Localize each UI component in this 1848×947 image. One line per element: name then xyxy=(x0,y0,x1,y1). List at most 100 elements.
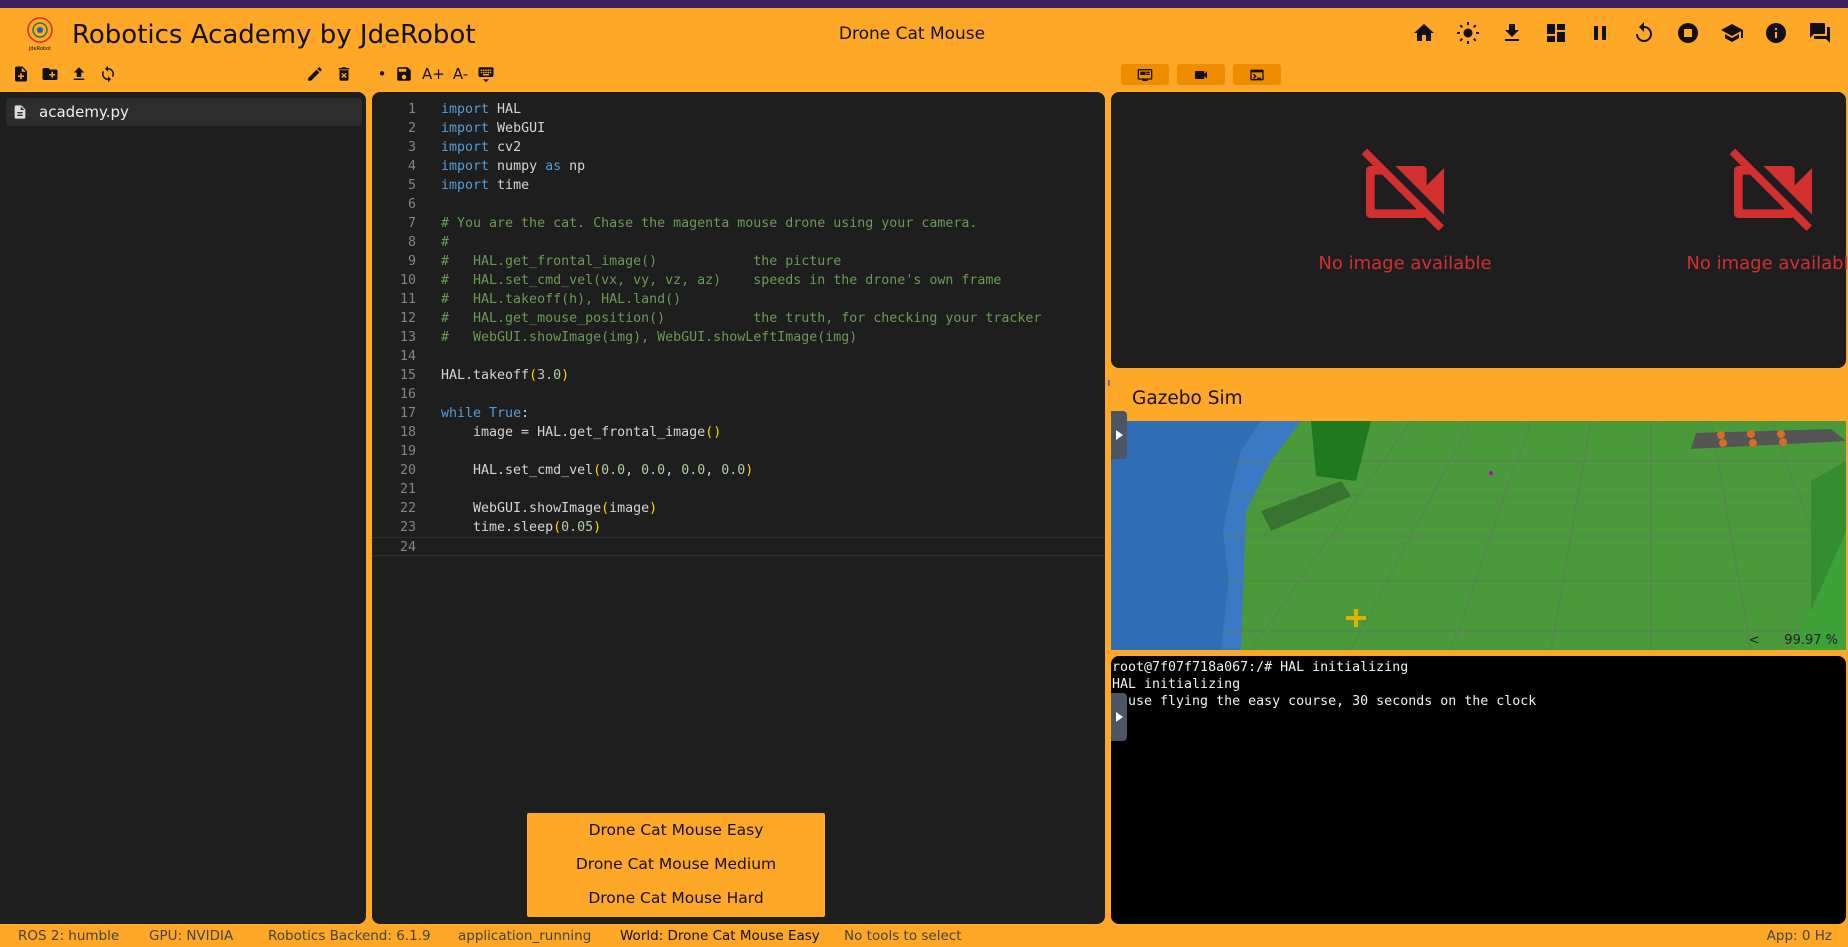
file-toolbar xyxy=(11,64,118,84)
editor-toolbar: • A+ A- xyxy=(378,64,496,84)
new-folder-icon[interactable] xyxy=(40,64,60,84)
status-ros: ROS 2: humble xyxy=(18,928,120,944)
gui-viewer-icon[interactable] xyxy=(1121,64,1169,85)
line-content[interactable]: HAL.set_cmd_vel(0.0, 0.0, 0.0, 0.0) xyxy=(441,461,753,480)
terminal-console[interactable]: root@7f07f718a067:/# HAL initializing HA… xyxy=(1111,656,1846,924)
upload-icon[interactable] xyxy=(69,64,89,84)
gazebo-header: Gazebo Sim xyxy=(1111,374,1846,420)
line-content[interactable]: HAL.takeoff(3.0) xyxy=(441,366,569,385)
unsaved-indicator: • xyxy=(377,65,387,83)
line-content[interactable]: # WebGUI.showImage(img), WebGUI.showLeft… xyxy=(441,328,857,347)
terminal-icon[interactable] xyxy=(1233,64,1281,85)
line-content[interactable]: # HAL.set_cmd_vel(vx, vy, vz, az) speeds… xyxy=(441,271,1001,290)
font-increase-button[interactable]: A+ xyxy=(422,64,445,84)
code-line[interactable]: 4 import numpy as np xyxy=(372,157,1105,176)
line-content[interactable]: time.sleep(0.05) xyxy=(441,518,601,537)
line-content[interactable]: WebGUI.showImage(image) xyxy=(441,499,657,518)
world-option-easy[interactable]: Drone Cat Mouse Easy xyxy=(527,813,825,847)
world-select-menu: Drone Cat Mouse Easy Drone Cat Mouse Med… xyxy=(527,813,825,917)
code-line[interactable]: 1 import HAL xyxy=(372,100,1105,119)
rename-icon[interactable] xyxy=(305,64,325,84)
code-line[interactable]: 13 # WebGUI.showImage(img), WebGUI.showLe… xyxy=(372,328,1105,347)
line-content[interactable]: import cv2 xyxy=(441,138,521,157)
line-content[interactable]: # HAL.get_frontal_image() the picture xyxy=(441,252,841,271)
browser-top-strip xyxy=(0,0,1848,8)
app-header: JdeRobot Robotics Academy by JdeRobot Dr… xyxy=(0,8,1848,58)
status-world[interactable]: World: Drone Cat Mouse Easy xyxy=(620,928,820,944)
line-content[interactable]: import numpy as np xyxy=(441,157,585,176)
console-drawer-handle[interactable] xyxy=(1111,693,1127,741)
code-line[interactable]: 14 xyxy=(372,347,1105,366)
line-number: 14 xyxy=(399,349,416,364)
line-number: 11 xyxy=(399,292,416,307)
code-editor[interactable]: 1 import HAL 2 import WebGUI 3 import cv2 4 imp… xyxy=(372,92,1105,924)
code-line[interactable]: 9 # HAL.get_frontal_image() the picture xyxy=(372,252,1105,271)
pause-icon[interactable] xyxy=(1587,20,1612,45)
editor-splitter[interactable] xyxy=(1108,380,1110,386)
font-decrease-button[interactable]: A- xyxy=(453,64,468,84)
code-line[interactable]: 8 # xyxy=(372,233,1105,252)
save-icon[interactable] xyxy=(394,64,414,84)
new-file-icon[interactable] xyxy=(11,64,31,84)
code-line[interactable]: 6 xyxy=(372,195,1105,214)
code-line[interactable]: 12 # HAL.get_mouse_position() the truth, … xyxy=(372,309,1105,328)
viewer-tabs xyxy=(1121,64,1281,85)
brightness-icon[interactable] xyxy=(1455,20,1480,45)
code-line[interactable]: 17 while True: xyxy=(372,404,1105,423)
dashboard-layout-icon[interactable] xyxy=(1543,20,1568,45)
code-line[interactable]: 3 import cv2 xyxy=(372,138,1105,157)
code-line[interactable]: 24 xyxy=(372,537,1105,556)
line-content[interactable]: # You are the cat. Chase the magenta mou… xyxy=(441,214,977,233)
line-content[interactable]: import time xyxy=(441,176,529,195)
code-line[interactable]: 18 image = HAL.get_frontal_image() xyxy=(372,423,1105,442)
gazebo-drawer-handle[interactable] xyxy=(1111,411,1127,459)
school-icon[interactable] xyxy=(1719,20,1744,45)
reset-icon[interactable] xyxy=(1631,20,1656,45)
code-line[interactable]: 21 xyxy=(372,480,1105,499)
line-content[interactable]: image = HAL.get_frontal_image() xyxy=(441,423,721,442)
code-line[interactable]: 10 # HAL.set_cmd_vel(vx, vy, vz, az) spee… xyxy=(372,271,1105,290)
code-line[interactable]: 20 HAL.set_cmd_vel(0.0, 0.0, 0.0, 0.0) xyxy=(372,461,1105,480)
world-option-hard[interactable]: Drone Cat Mouse Hard xyxy=(527,881,825,915)
home-icon[interactable] xyxy=(1411,20,1436,45)
status-app-rate: App: 0 Hz xyxy=(1766,928,1832,944)
delete-icon[interactable] xyxy=(334,64,354,84)
line-content[interactable]: # HAL.get_mouse_position() the truth, fo… xyxy=(441,309,1041,328)
rtf-toggle[interactable]: < xyxy=(1749,633,1760,648)
chat-icon[interactable] xyxy=(1807,20,1832,45)
refresh-icon[interactable] xyxy=(98,64,118,84)
line-number: 7 xyxy=(407,216,416,231)
code-line[interactable]: 11 # HAL.takeoff(h), HAL.land() xyxy=(372,290,1105,309)
line-number: 19 xyxy=(399,444,416,459)
code-lines[interactable]: 1 import HAL 2 import WebGUI 3 import cv2 4 imp… xyxy=(372,100,1105,556)
line-number: 13 xyxy=(399,330,416,345)
line-number: 18 xyxy=(399,425,416,440)
line-number: 23 xyxy=(399,520,416,535)
world-option-medium[interactable]: Drone Cat Mouse Medium xyxy=(527,847,825,881)
line-content[interactable]: while True: xyxy=(441,404,529,423)
stop-icon[interactable] xyxy=(1675,20,1700,45)
code-line[interactable]: 22 WebGUI.showImage(image) xyxy=(372,499,1105,518)
code-line[interactable]: 5 import time xyxy=(372,176,1105,195)
line-content[interactable]: import WebGUI xyxy=(441,119,545,138)
code-line[interactable]: 15 HAL.takeoff(3.0) xyxy=(372,366,1105,385)
code-line[interactable]: 7 # You are the cat. Chase the magenta mo… xyxy=(372,214,1105,233)
file-item[interactable]: academy.py xyxy=(6,98,362,126)
info-icon[interactable] xyxy=(1763,20,1788,45)
line-number: 3 xyxy=(407,140,416,155)
line-number: 22 xyxy=(399,501,416,516)
code-line[interactable]: 16 xyxy=(372,385,1105,404)
line-number: 2 xyxy=(407,121,416,136)
keyboard-icon[interactable] xyxy=(476,64,496,84)
line-content[interactable]: # xyxy=(441,233,449,252)
gazebo-viewport[interactable]: < 99.97 % xyxy=(1111,421,1846,650)
line-number: 8 xyxy=(407,235,416,250)
download-icon[interactable] xyxy=(1499,20,1524,45)
code-line[interactable]: 19 xyxy=(372,442,1105,461)
code-line[interactable]: 2 import WebGUI xyxy=(372,119,1105,138)
line-content[interactable]: # HAL.takeoff(h), HAL.land() xyxy=(441,290,681,309)
video-camera-icon[interactable] xyxy=(1177,64,1225,85)
line-content[interactable]: import HAL xyxy=(441,100,521,119)
code-line[interactable]: 23 time.sleep(0.05) xyxy=(372,518,1105,537)
rtf-value: 99.97 % xyxy=(1784,633,1838,648)
